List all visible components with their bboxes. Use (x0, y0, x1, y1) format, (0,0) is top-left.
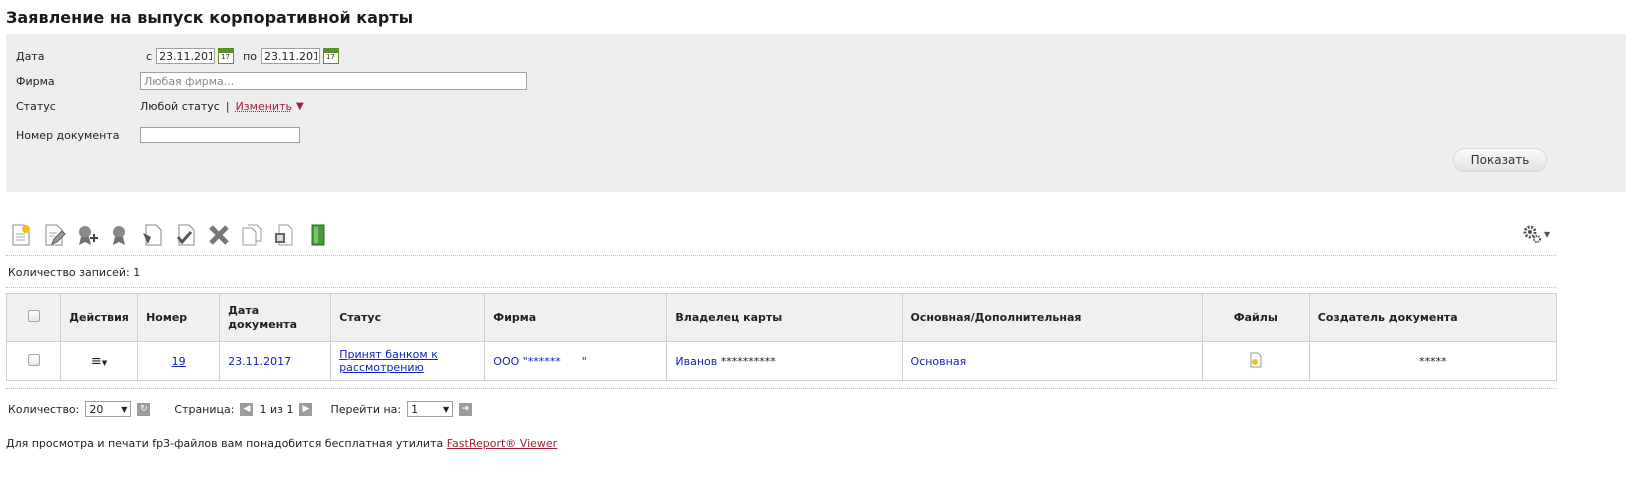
row-actions-cell: ≡▼ (60, 341, 139, 381)
footer-note: Для просмотра и печати fp3-файлов вам по… (6, 437, 557, 450)
pagination-bar: Количество: 20 ▼ ↻ Страница: ◀ 1 из 1 ▶ П… (8, 401, 473, 417)
page-info: 1 из 1 (259, 402, 294, 416)
column-header-card-type[interactable]: Основная/Дополнительная (901, 293, 1203, 342)
owner-masked: ********** (720, 354, 776, 368)
export-icon[interactable] (305, 222, 331, 248)
row-firm-cell: ООО "****** " (484, 341, 668, 381)
card-type[interactable]: Основная (911, 355, 967, 368)
status-label: Статус (16, 100, 56, 113)
owner-name[interactable]: Иванов (675, 355, 717, 368)
send-icon[interactable] (140, 222, 166, 248)
show-button[interactable]: Показать (1453, 148, 1547, 172)
file-attachment-icon[interactable] (1248, 352, 1264, 368)
next-page-icon[interactable]: ▶ (299, 402, 313, 416)
row-creator-cell: ***** (1308, 341, 1558, 381)
status-link[interactable]: Принят банком к рассмотрению (339, 348, 438, 374)
row-checkbox[interactable] (27, 353, 40, 366)
page-size-select[interactable]: 20 ▼ (85, 401, 132, 417)
records-count: Количество записей: 1 (8, 266, 141, 279)
column-header-actions[interactable]: Действия (60, 293, 139, 342)
fastreport-viewer-link[interactable]: FastReport® Viewer (447, 437, 557, 450)
table-header-row: Действия Номер Дата документа Статус Фир… (5, 293, 1558, 342)
gear-icon[interactable] (1522, 224, 1542, 244)
date-label: Дата (16, 50, 45, 63)
signature-icon[interactable] (107, 222, 133, 248)
copy-icon[interactable] (239, 222, 265, 248)
date-from-input[interactable] (156, 48, 216, 64)
count-label: Количество: (8, 402, 80, 416)
date-from-prefix: с (146, 49, 153, 63)
row-date-cell: 23.11.2017 (219, 341, 332, 381)
doc-number-input[interactable] (140, 127, 300, 143)
column-header-number[interactable]: Номер (137, 293, 221, 342)
row-select-cell (5, 341, 62, 381)
goto-arrow-icon[interactable]: ➜ (459, 402, 473, 416)
column-header-status[interactable]: Статус (330, 293, 486, 342)
toolbar (8, 222, 331, 248)
row-owner-cell: Иванов ********** (666, 341, 903, 381)
doc-number-label: Номер документа (16, 129, 120, 142)
table-row[interactable]: ≡▼ 19 23.11.2017 Принят банком к рассмот… (5, 341, 1558, 381)
column-header-creator[interactable]: Создатель документа (1308, 293, 1558, 342)
delete-icon[interactable] (206, 222, 232, 248)
select-all-checkbox[interactable] (27, 309, 40, 322)
row-status-cell: Принят банком к рассмотрению (330, 341, 486, 381)
page-label: Страница: (174, 402, 235, 416)
document-date[interactable]: 23.11.2017 (228, 355, 291, 368)
row-number-cell: 19 (137, 341, 221, 381)
chevron-down-icon[interactable]: ▼ (1544, 230, 1550, 239)
row-card-type-cell: Основная (901, 341, 1203, 381)
column-header-files[interactable]: Файлы (1201, 293, 1310, 342)
status-change-link[interactable]: Изменить (236, 100, 292, 113)
settings-menu[interactable]: ▼ (1522, 224, 1550, 244)
firm-name[interactable]: ООО "****** " (493, 355, 587, 368)
goto-page-select[interactable]: 1 ▼ (407, 401, 454, 417)
receive-icon[interactable] (173, 222, 199, 248)
edit-document-icon[interactable] (41, 222, 67, 248)
calendar-icon[interactable]: 17 (218, 48, 235, 64)
date-to-input[interactable] (260, 48, 320, 64)
footer-note-text: Для просмотра и печати fp3-файлов вам по… (6, 437, 447, 450)
filter-panel: Дата с 17 по 17 Фирма Статус Любой стату… (6, 34, 1626, 192)
divider (6, 287, 1556, 288)
date-range: с 17 по 17 (146, 48, 339, 64)
prev-page-icon[interactable]: ◀ (240, 402, 254, 416)
creator-name: ***** (1419, 354, 1447, 368)
column-header-firm[interactable]: Фирма (484, 293, 668, 342)
calendar-icon[interactable]: 17 (322, 48, 339, 64)
status-filter: Любой статус | Изменить ▼ (140, 100, 304, 113)
print-icon[interactable] (272, 222, 298, 248)
new-document-icon[interactable] (8, 222, 34, 248)
document-number-link[interactable]: 19 (172, 355, 186, 368)
column-header-date[interactable]: Дата документа (219, 293, 332, 342)
status-separator: | (225, 100, 230, 113)
firm-input[interactable] (140, 72, 527, 90)
date-to-prefix: по (243, 49, 257, 63)
row-files-cell (1201, 341, 1310, 381)
divider (6, 255, 1556, 256)
status-value: Любой статус (140, 100, 220, 113)
select-all-header (5, 293, 62, 342)
documents-table: Действия Номер Дата документа Статус Фир… (5, 293, 1558, 381)
actions-menu-icon[interactable]: ≡▼ (91, 354, 107, 369)
add-signature-icon[interactable] (74, 222, 100, 248)
column-header-card-owner[interactable]: Владелец карты (666, 293, 903, 342)
refresh-icon[interactable]: ↻ (137, 402, 151, 416)
page-title: Заявление на выпуск корпоративной карты (6, 8, 414, 27)
dropdown-arrow-icon[interactable]: ▼ (296, 101, 304, 112)
goto-label: Перейти на: (330, 402, 402, 416)
firm-label: Фирма (16, 75, 55, 88)
divider (6, 388, 1556, 389)
